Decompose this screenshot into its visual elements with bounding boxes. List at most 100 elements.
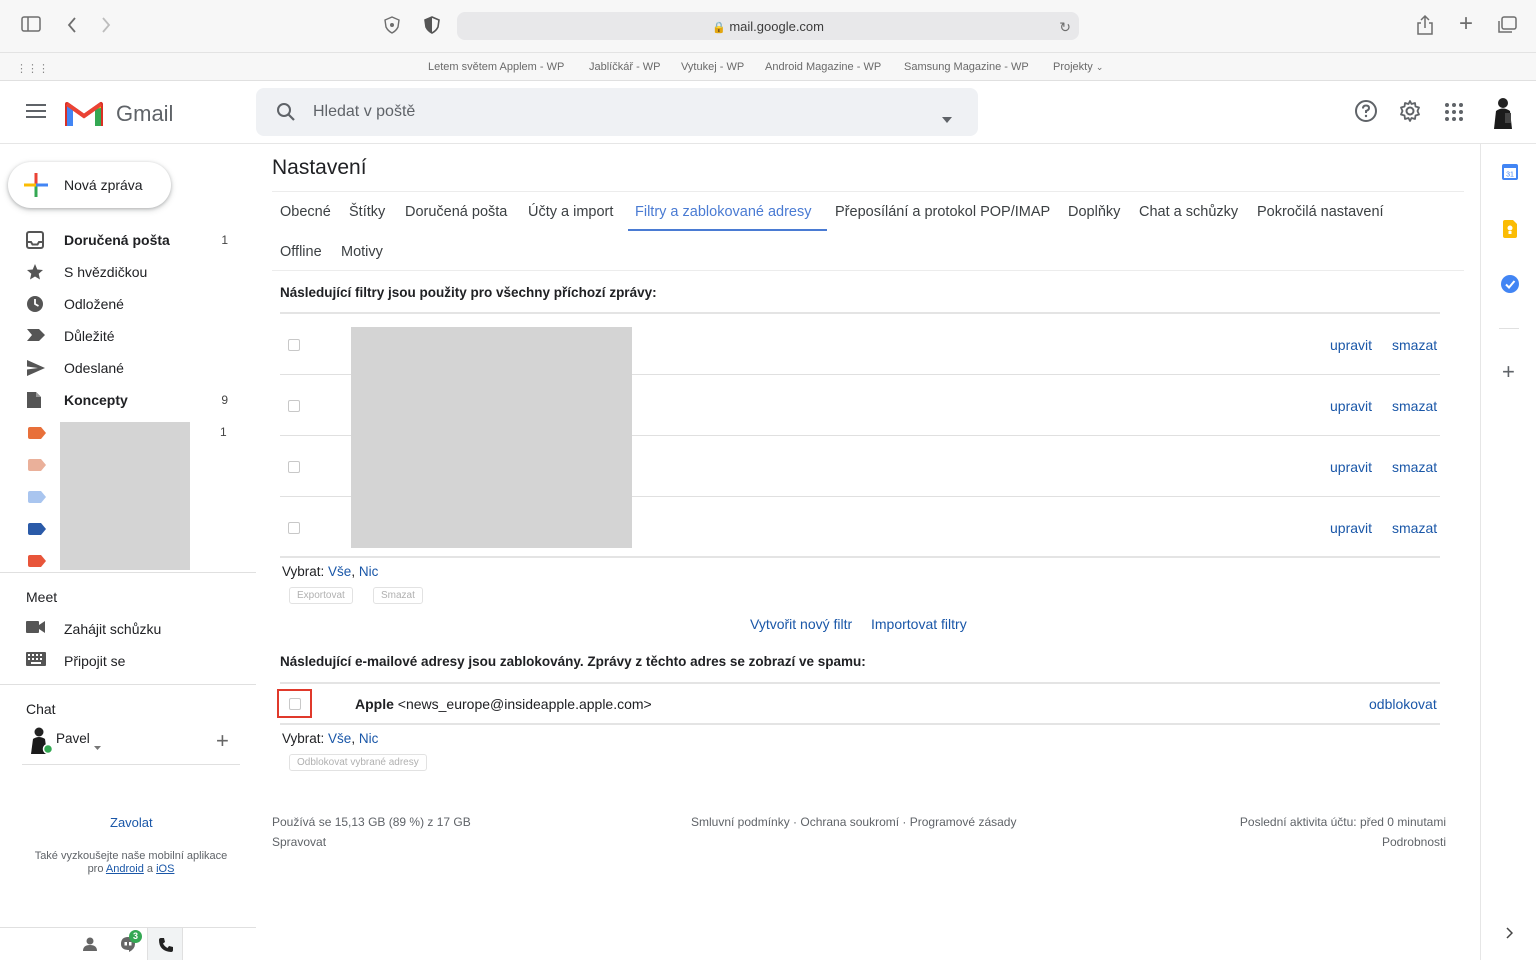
chat-user-avatar[interactable] <box>28 726 54 755</box>
blocked-select-row: Vybrat: Vše, Nic <box>282 731 379 746</box>
back-icon[interactable] <box>64 16 80 38</box>
search-input[interactable]: Hledat v poště <box>313 103 415 121</box>
account-avatar[interactable] <box>1488 95 1518 129</box>
blocked-checkbox[interactable] <box>289 698 301 710</box>
filter-edit-link[interactable]: upravit <box>1330 459 1372 475</box>
share-icon[interactable] <box>1415 14 1435 40</box>
label-count: 1 <box>220 425 227 439</box>
label-tag-icon[interactable] <box>28 522 46 540</box>
sidebar-item-starred[interactable]: S hvězdičkou <box>0 256 240 288</box>
privacy-report-icon[interactable] <box>383 16 401 38</box>
label-tag-icon[interactable] <box>28 554 46 572</box>
filter-edit-link[interactable]: upravit <box>1330 520 1372 536</box>
unread-count: 1 <box>221 233 228 247</box>
footer-policy-links[interactable]: Smluvní podmínky · Ochrana soukromí · Pr… <box>691 815 1016 829</box>
blocked-bottom-divider <box>280 723 1440 725</box>
unblock-selected-button[interactable]: Odblokovat vybrané adresy <box>289 754 427 771</box>
bookmark-item[interactable]: Jablíčkář - WP <box>589 61 661 73</box>
bookmark-item[interactable]: Samsung Magazine - WP <box>904 61 1029 73</box>
chat-user-name[interactable]: Pavel <box>56 731 90 746</box>
lock-icon: 🔒 <box>712 22 726 34</box>
search-bar[interactable]: Hledat v poště <box>256 88 978 136</box>
gmail-logo-icon[interactable] <box>65 99 103 132</box>
filter-edit-link[interactable]: upravit <box>1330 337 1372 353</box>
grid-icon[interactable]: ⋮⋮⋮ <box>16 59 49 79</box>
label-tag-icon[interactable] <box>28 426 46 444</box>
meet-start-meeting[interactable]: Zahájit schůzku <box>0 613 240 645</box>
meet-join[interactable]: Připojit se <box>0 645 240 677</box>
select-all-link[interactable]: Vše <box>328 731 351 746</box>
tab-advanced[interactable]: Pokročilá nastavení <box>1257 204 1384 220</box>
tab-inbox[interactable]: Doručená pošta <box>405 204 507 220</box>
filter-delete-link[interactable]: smazat <box>1392 520 1437 536</box>
select-none-link[interactable]: Nic <box>359 564 379 579</box>
shield-icon[interactable] <box>423 16 441 38</box>
filter-delete-link[interactable]: smazat <box>1392 459 1437 475</box>
add-chat-icon[interactable]: + <box>216 730 229 752</box>
label-tag-icon[interactable] <box>28 490 46 508</box>
tab-accounts[interactable]: Účty a import <box>528 204 613 220</box>
delete-filters-button[interactable]: Smazat <box>373 587 423 604</box>
tasks-icon[interactable] <box>1501 275 1519 298</box>
export-button[interactable]: Exportovat <box>289 587 353 604</box>
bookmark-folder[interactable]: Projekty ⌄ <box>1053 61 1103 73</box>
tab-overview-icon[interactable] <box>1497 16 1517 38</box>
filter-checkbox[interactable] <box>288 522 300 534</box>
filter-delete-link[interactable]: smazat <box>1392 398 1437 414</box>
bookmark-item[interactable]: Letem světem Applem - WP <box>428 61 564 73</box>
filter-checkbox[interactable] <box>288 461 300 473</box>
tab-offline[interactable]: Offline <box>280 244 322 260</box>
filter-select-row: Vybrat: Vše, Nic <box>282 564 379 579</box>
tab-themes[interactable]: Motivy <box>341 244 383 260</box>
address-bar[interactable]: 🔒 mail.google.com ↻ <box>457 12 1079 40</box>
calendar-icon[interactable]: 31 <box>1502 164 1518 185</box>
compose-button[interactable]: Nová zpráva <box>8 162 171 208</box>
label-tag-icon[interactable] <box>28 458 46 476</box>
bookmark-item[interactable]: Android Magazine - WP <box>765 61 881 73</box>
filter-edit-link[interactable]: upravit <box>1330 398 1372 414</box>
tab-labels[interactable]: Štítky <box>349 204 385 220</box>
bookmark-item[interactable]: Vytukej - WP <box>681 61 744 73</box>
add-addon-icon[interactable]: + <box>1502 361 1515 383</box>
side-panel: 31 + <box>1480 144 1536 960</box>
apps-grid-icon[interactable] <box>1444 102 1470 128</box>
tab-chat[interactable]: Chat a schůzky <box>1139 204 1238 220</box>
tab-general[interactable]: Obecné <box>280 204 331 220</box>
help-icon[interactable] <box>1354 99 1380 125</box>
sidebar-item-snoozed[interactable]: Odložené <box>0 288 240 320</box>
filter-delete-link[interactable]: smazat <box>1392 337 1437 353</box>
sidebar-item-drafts[interactable]: Koncepty 9 <box>0 384 240 416</box>
filter-checkbox[interactable] <box>288 400 300 412</box>
sidebar-toggle-icon[interactable] <box>20 16 42 36</box>
filter-checkbox[interactable] <box>288 339 300 351</box>
contacts-person-icon[interactable] <box>83 937 97 956</box>
forward-icon[interactable] <box>98 16 114 38</box>
app-name: Gmail <box>116 101 174 126</box>
chevron-right-icon[interactable] <box>1505 926 1514 944</box>
sidebar-item-sent[interactable]: Odeslané <box>0 352 240 384</box>
manage-storage-link[interactable]: Spravovat <box>272 835 326 849</box>
chat-status-dropdown-icon[interactable] <box>94 737 101 755</box>
new-tab-icon[interactable]: + <box>1456 12 1476 36</box>
sidebar-item-inbox[interactable]: Doručená pošta 1 <box>0 224 240 256</box>
create-filter-link[interactable]: Vytvořit nový filtr <box>750 616 852 632</box>
search-options-icon[interactable] <box>942 110 952 128</box>
phone-tab[interactable] <box>147 928 183 960</box>
unblock-link[interactable]: odblokovat <box>1369 696 1437 712</box>
main-menu-icon[interactable] <box>26 103 46 124</box>
reload-icon[interactable]: ↻ <box>1059 17 1071 37</box>
sidebar-item-important[interactable]: Důležité <box>0 320 240 352</box>
settings-gear-icon[interactable] <box>1398 99 1424 125</box>
select-all-link[interactable]: Vše <box>328 564 351 579</box>
import-filters-link[interactable]: Importovat filtry <box>871 616 967 632</box>
tab-addons[interactable]: Doplňky <box>1068 204 1120 220</box>
activity-details-link[interactable]: Podrobnosti <box>1382 835 1446 849</box>
select-none-link[interactable]: Nic <box>359 731 379 746</box>
keep-icon[interactable] <box>1503 220 1517 243</box>
ios-link[interactable]: iOS <box>156 863 174 875</box>
tab-forwarding[interactable]: Přeposílání a protokol POP/IMAP <box>835 204 1050 220</box>
tab-filters[interactable]: Filtry a zablokované adresy <box>635 204 812 220</box>
android-link[interactable]: Android <box>106 863 144 875</box>
search-icon[interactable] <box>276 102 296 127</box>
call-link[interactable]: Zavolat <box>110 815 153 830</box>
